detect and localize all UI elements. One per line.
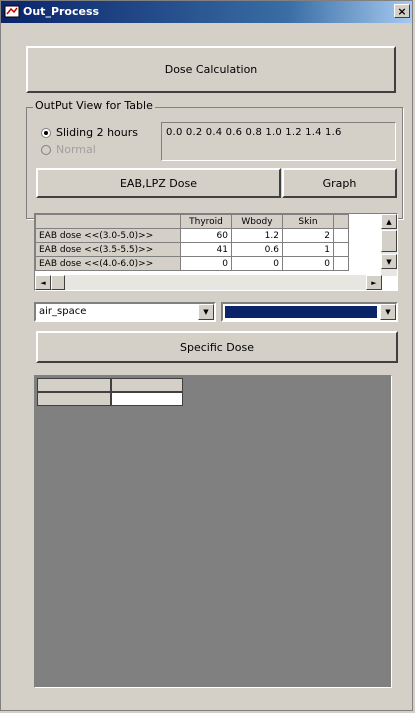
table-row[interactable]: EAB dose <<(4.0-6.0)>> 0 0 0 — [35, 256, 349, 271]
row-header: EAB dose <<(4.0-6.0)>> — [35, 256, 181, 271]
time-scale-values: 0.0 0.2 0.4 0.6 0.8 1.0 1.2 1.4 1.6 — [166, 127, 342, 138]
table-header-row: Thyroid Wbody Skin — [35, 214, 349, 229]
scroll-left-icon[interactable]: ◄ — [35, 275, 51, 290]
normal-label: Normal — [56, 143, 96, 156]
column-header[interactable]: Wbody — [231, 214, 283, 229]
result-grid-area[interactable] — [34, 375, 392, 688]
table-cell[interactable]: 2 — [282, 228, 334, 243]
table-cell[interactable]: 0 — [231, 256, 283, 271]
table-vertical-scrollbar[interactable]: ▲ ▼ — [381, 214, 397, 276]
output-view-group-label: OutPut View for Table — [33, 99, 155, 112]
window-title: Out_Process — [23, 5, 100, 18]
row-header: EAB dose <<(3.0-5.0)>> — [35, 228, 181, 243]
scroll-up-icon[interactable]: ▲ — [381, 214, 397, 229]
color-select[interactable]: ▼ — [221, 302, 398, 322]
scroll-thumb-horizontal[interactable] — [51, 275, 65, 290]
app-icon — [4, 5, 20, 18]
column-header-extra — [333, 214, 349, 229]
eab-lpz-dose-button[interactable]: EAB,LPZ Dose — [36, 168, 281, 198]
table-row[interactable]: EAB dose <<(3.5-5.5)>> 41 0.6 1 — [35, 242, 349, 257]
location-select[interactable]: air_space ▼ — [34, 302, 216, 322]
grid-column-header[interactable] — [111, 378, 183, 392]
dose-table[interactable]: Thyroid Wbody Skin EAB dose <<(3.0-5.0)>… — [34, 213, 398, 291]
location-select-value: air_space — [39, 306, 87, 317]
table-cell-extra — [333, 242, 349, 257]
table-cell[interactable]: 0.6 — [231, 242, 283, 257]
table-cell[interactable]: 1.2 — [231, 228, 283, 243]
grid-cell[interactable] — [111, 392, 183, 406]
specific-dose-button[interactable]: Specific Dose — [36, 331, 398, 363]
normal-radio[interactable]: Normal — [41, 143, 96, 156]
sliding-2-hours-radio[interactable]: Sliding 2 hours — [41, 126, 138, 139]
table-row[interactable]: EAB dose <<(3.0-5.0)>> 60 1.2 2 — [35, 228, 349, 243]
table-cell[interactable]: 41 — [180, 242, 232, 257]
column-header[interactable]: Skin — [282, 214, 334, 229]
scroll-down-icon[interactable]: ▼ — [381, 254, 397, 269]
time-scale-display: 0.0 0.2 0.4 0.6 0.8 1.0 1.2 1.4 1.6 — [161, 122, 396, 161]
grid-row-header[interactable] — [37, 392, 111, 406]
color-swatch — [225, 306, 377, 318]
close-button[interactable]: × — [394, 4, 410, 18]
sliding-2-hours-label: Sliding 2 hours — [56, 126, 139, 139]
column-header[interactable]: Thyroid — [180, 214, 232, 229]
title-bar[interactable]: Out_Process × — [1, 1, 412, 23]
table-cell[interactable]: 0 — [180, 256, 232, 271]
corner-header — [35, 214, 181, 229]
chevron-down-icon[interactable]: ▼ — [380, 304, 396, 320]
table-horizontal-scrollbar[interactable]: ◄ ► — [35, 275, 382, 290]
table-cell[interactable]: 1 — [282, 242, 334, 257]
grid-corner-cell — [37, 378, 111, 392]
chevron-down-icon[interactable]: ▼ — [198, 304, 214, 320]
table-cell[interactable]: 60 — [180, 228, 232, 243]
table-cell[interactable]: 0 — [282, 256, 334, 271]
dose-grid: Thyroid Wbody Skin EAB dose <<(3.0-5.0)>… — [35, 214, 349, 271]
scroll-right-icon[interactable]: ► — [366, 275, 382, 290]
radio-dot — [41, 144, 51, 155]
graph-button[interactable]: Graph — [282, 168, 397, 198]
radio-dot-selected — [41, 127, 51, 138]
scroll-thumb-vertical[interactable] — [381, 230, 397, 252]
dose-calculation-button[interactable]: Dose Calculation — [26, 46, 396, 93]
out-process-window: Out_Process × Dose Calculation OutPut Vi… — [0, 0, 413, 711]
table-cell-extra — [333, 228, 349, 243]
row-header: EAB dose <<(3.5-5.5)>> — [35, 242, 181, 257]
table-cell-extra — [333, 256, 349, 271]
